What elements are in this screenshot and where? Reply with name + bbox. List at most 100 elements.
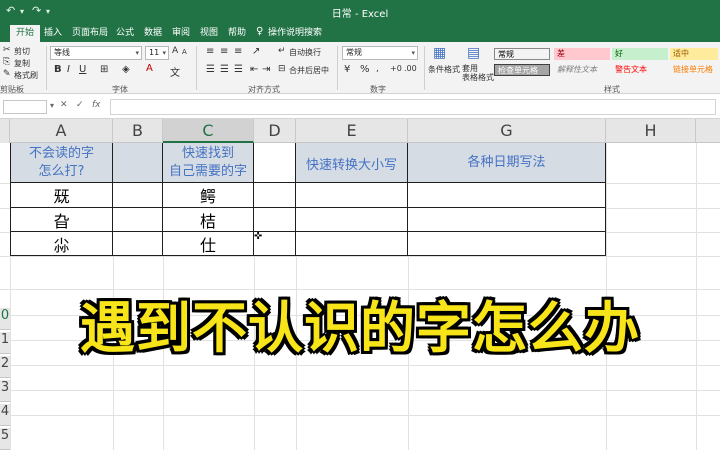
- cell-c1[interactable]: 快速找到 自己需要的字: [163, 143, 254, 183]
- style-neutral[interactable]: 适中: [670, 48, 718, 60]
- cell-e1[interactable]: 快速转换大小写: [296, 143, 408, 183]
- percent-icon[interactable]: %: [360, 64, 370, 75]
- align-left-icon[interactable]: ☰: [206, 64, 215, 75]
- align-top-icon[interactable]: ≡: [206, 46, 214, 57]
- wrap-text-icon[interactable]: ↵: [278, 46, 286, 56]
- column-header-c[interactable]: C: [163, 119, 254, 143]
- style-linked-cell[interactable]: 链接单元格: [670, 64, 718, 76]
- cell-b3[interactable]: [113, 208, 163, 232]
- style-bad[interactable]: 差: [554, 48, 610, 60]
- tab-page-layout[interactable]: 页面布局: [66, 25, 114, 42]
- row-header[interactable]: 5: [0, 428, 10, 450]
- number-format-combo[interactable]: 常规 ▾: [342, 46, 418, 60]
- cell-c4[interactable]: 仕: [163, 232, 254, 256]
- comma-icon[interactable]: ,: [376, 64, 379, 74]
- phonetic-icon[interactable]: 文: [170, 64, 180, 79]
- tab-help[interactable]: 帮助: [222, 25, 252, 42]
- cell-d1[interactable]: [254, 143, 296, 183]
- cell-e3[interactable]: [296, 208, 408, 232]
- orientation-icon[interactable]: ↗: [252, 46, 260, 57]
- column-header-a[interactable]: A: [10, 119, 113, 143]
- cell-a2[interactable]: 兓: [10, 183, 113, 208]
- cell-d3[interactable]: [254, 208, 296, 232]
- cell-c2[interactable]: 鳄: [163, 183, 254, 208]
- column-header-g[interactable]: G: [408, 119, 606, 143]
- tab-review[interactable]: 审阅: [166, 25, 196, 42]
- cell-a3[interactable]: 旮: [10, 208, 113, 232]
- bold-icon[interactable]: B: [54, 64, 62, 75]
- format-painter-button[interactable]: 格式刷: [14, 70, 38, 81]
- cell-g1[interactable]: 各种日期写法: [408, 143, 606, 183]
- italic-icon[interactable]: I: [67, 64, 70, 75]
- conditional-format-icon[interactable]: ▦: [433, 45, 446, 61]
- row-header[interactable]: 4: [0, 404, 10, 426]
- cell-a4[interactable]: 尛: [10, 232, 113, 256]
- scissors-icon[interactable]: ✂: [3, 45, 11, 55]
- cell-c3[interactable]: 桔: [163, 208, 254, 232]
- tab-home[interactable]: 开始: [10, 25, 41, 42]
- column-header-b[interactable]: B: [113, 119, 163, 143]
- style-good[interactable]: 好: [612, 48, 668, 60]
- table-format-button[interactable]: 套用 表格格式: [462, 64, 494, 82]
- merge-center-button[interactable]: 合并后居中: [289, 65, 329, 76]
- tell-me-search[interactable]: 操作说明搜索: [262, 25, 328, 42]
- cell-b2[interactable]: [113, 183, 163, 208]
- cell-g2[interactable]: [408, 183, 606, 208]
- decrease-font-icon[interactable]: A: [182, 48, 187, 56]
- column-header-e[interactable]: E: [296, 119, 408, 143]
- cell-e2[interactable]: [296, 183, 408, 208]
- underline-icon[interactable]: U: [79, 64, 86, 75]
- merge-icon[interactable]: ⊟: [278, 64, 286, 74]
- name-box-chevron-icon[interactable]: ▾: [50, 101, 54, 110]
- style-normal[interactable]: 常规: [494, 48, 550, 60]
- decrease-decimal-icon[interactable]: .00: [404, 64, 417, 73]
- select-all-corner[interactable]: [0, 119, 10, 143]
- copy-icon[interactable]: ⎘: [3, 57, 10, 67]
- cell-a1[interactable]: 不会读的字 怎么打?: [10, 143, 113, 183]
- cell-d2[interactable]: [254, 183, 296, 208]
- align-bottom-icon[interactable]: ≡: [234, 46, 242, 57]
- column-header-d[interactable]: D: [254, 119, 296, 143]
- style-check-cell[interactable]: 检查单元格: [494, 64, 550, 76]
- wrap-text-button[interactable]: 自动换行: [289, 47, 321, 58]
- paintbrush-icon[interactable]: ✎: [3, 69, 11, 79]
- cell-e4[interactable]: [296, 232, 408, 256]
- cancel-icon[interactable]: ✕: [60, 100, 68, 110]
- border-icon[interactable]: ⊞: [100, 64, 108, 75]
- font-color-icon[interactable]: A: [146, 63, 153, 74]
- accounting-icon[interactable]: ¥: [344, 64, 350, 75]
- tab-view[interactable]: 视图: [194, 25, 224, 42]
- conditional-format-button[interactable]: 条件格式: [428, 64, 460, 75]
- font-size-combo[interactable]: 11 ▾: [145, 46, 169, 60]
- tab-formulas[interactable]: 公式: [110, 25, 140, 42]
- formula-input[interactable]: [110, 99, 716, 115]
- cut-button[interactable]: 剪切: [14, 46, 30, 57]
- cell-g3[interactable]: [408, 208, 606, 232]
- column-header-h[interactable]: H: [606, 119, 696, 143]
- fill-color-icon[interactable]: ◈: [122, 64, 130, 75]
- increase-decimal-icon[interactable]: +0: [390, 64, 402, 73]
- tab-data[interactable]: 数据: [138, 25, 168, 42]
- cell-b1[interactable]: [113, 143, 163, 183]
- enter-icon[interactable]: ✓: [76, 100, 84, 110]
- font-size-value: 11: [149, 48, 160, 57]
- gridline: [0, 256, 720, 257]
- cell-g4[interactable]: [408, 232, 606, 256]
- align-right-icon[interactable]: ☰: [234, 64, 243, 75]
- name-box[interactable]: [3, 100, 47, 114]
- style-warning[interactable]: 警告文本: [612, 64, 668, 76]
- align-center-icon[interactable]: ☰: [220, 64, 229, 75]
- table-format-icon[interactable]: ▤: [467, 45, 480, 61]
- style-explanatory[interactable]: 解释性文本: [554, 64, 610, 76]
- font-name-combo[interactable]: 等线 ▾: [50, 46, 142, 60]
- cell-b4[interactable]: [113, 232, 163, 256]
- copy-button[interactable]: 复制: [14, 58, 30, 69]
- insert-function-icon[interactable]: fx: [92, 100, 101, 110]
- align-middle-icon[interactable]: ≡: [220, 46, 228, 57]
- increase-indent-icon[interactable]: ⇥: [262, 64, 270, 75]
- decrease-indent-icon[interactable]: ⇤: [250, 64, 258, 75]
- increase-font-icon[interactable]: A: [172, 46, 178, 56]
- row-header[interactable]: 3: [0, 380, 10, 402]
- document-title: 日常 - Excel: [331, 9, 389, 20]
- tab-insert[interactable]: 插入: [38, 25, 68, 42]
